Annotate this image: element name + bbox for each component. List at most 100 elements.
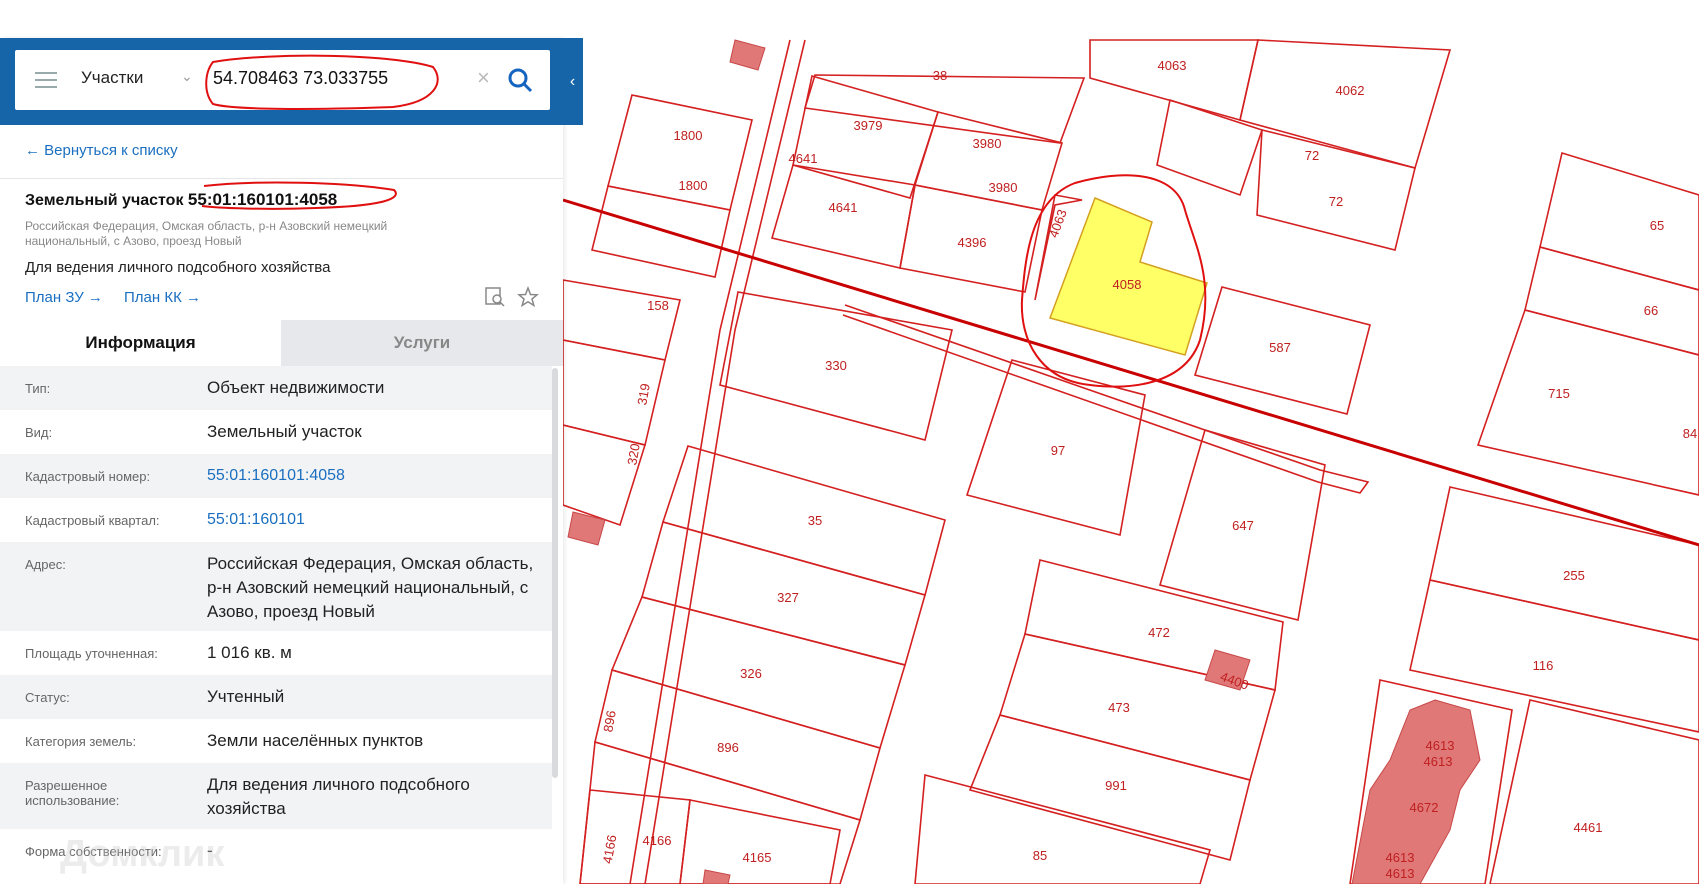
map-label: 4062 (1336, 83, 1365, 98)
map-label: 4613 (1386, 850, 1415, 865)
close-icon[interactable]: × (477, 65, 490, 91)
info-row-label: Площадь уточненная: (25, 646, 158, 661)
map-label: 319 (634, 382, 653, 406)
info-row: Площадь уточненная: 1 016 кв. м (0, 631, 552, 675)
chevron-down-icon[interactable]: ⌄ (181, 68, 193, 85)
map-label: 327 (777, 590, 799, 605)
map-label: 326 (740, 666, 762, 681)
info-row: Адрес: Российская Федерация, Омская обла… (0, 542, 552, 631)
map-label: 647 (1232, 518, 1254, 533)
map-label: 991 (1105, 778, 1127, 793)
info-row: Статус: Учтенный (0, 675, 552, 719)
search-box[interactable]: Участки ⌄ 54.708463 73.033755 × (15, 50, 550, 110)
map-label: 4613 (1426, 738, 1455, 753)
map-label: 255 (1563, 568, 1585, 583)
search-icon[interactable] (506, 66, 534, 94)
info-row-value: Земельный участок (207, 422, 362, 441)
watermark: Домклик (60, 833, 225, 875)
map-label: 66 (1644, 303, 1658, 318)
cadastral-number-link[interactable]: 55:01:160101:4058 (207, 464, 547, 488)
map-label: 65 (1650, 218, 1664, 233)
map-label: 4166 (600, 834, 620, 865)
info-row-value: Объект недвижимости (207, 378, 385, 397)
back-to-list-link[interactable]: ← Вернуться к списку (25, 142, 178, 159)
map-label: 4166 (643, 833, 672, 848)
info-row: Вид: Земельный участок (0, 410, 552, 454)
parcel-title-prefix: Земельный участок (25, 192, 184, 209)
map-label: 4063 (1046, 207, 1070, 239)
map-label: 4641 (789, 151, 818, 166)
parcel-permitted-use: Для ведения личного подсобного хозяйства (25, 259, 331, 276)
info-row: Кадастровый квартал: 55:01:160101 (0, 498, 552, 542)
info-row-value: Учтенный (207, 687, 285, 706)
map-label: 473 (1108, 700, 1130, 715)
map-label: 1800 (674, 128, 703, 143)
map-label: 4613 (1424, 754, 1453, 769)
map-search-icon[interactable] (484, 286, 506, 308)
star-icon[interactable] (517, 286, 539, 308)
info-row-label: Разрешенное использование: (25, 778, 120, 808)
parcel-address: Российская Федерация, Омская область, р-… (25, 219, 445, 249)
info-row-label: Категория земель: (25, 734, 137, 749)
map-label: 85 (1033, 848, 1047, 863)
menu-icon[interactable] (35, 72, 57, 88)
map-label: 4058 (1113, 277, 1142, 292)
map-label: 472 (1148, 625, 1170, 640)
tab-info[interactable]: Информация (0, 320, 281, 366)
search-bar: Участки ⌄ 54.708463 73.033755 × ‹ (0, 38, 583, 125)
map-label: 84 (1683, 426, 1697, 441)
map-label: 4672 (1410, 800, 1439, 815)
map-label: 38 (933, 68, 947, 83)
info-row-value: Для ведения личного подсобного хозяйства (207, 775, 470, 818)
cadastral-quarter-link[interactable]: 55:01:160101 (207, 508, 547, 532)
map-label: 1800 (679, 178, 708, 193)
info-row-label: Кадастровый квартал: (25, 513, 160, 528)
tab-services[interactable]: Услуги (281, 320, 563, 366)
map-label: 330 (825, 358, 847, 373)
scrollbar[interactable] (552, 368, 558, 778)
map-label: 4396 (958, 235, 987, 250)
map-label: 4063 (1158, 58, 1187, 73)
info-row-label: Адрес: (25, 557, 66, 572)
info-row-label: Статус: (25, 690, 70, 705)
info-row-value: 1 016 кв. м (207, 643, 292, 662)
collapse-panel-button[interactable]: ‹ (562, 38, 583, 125)
info-row-value: Земли населённых пунктов (207, 731, 424, 750)
info-row-value: Российская Федерация, Омская область, р-… (207, 554, 534, 621)
map-label: 35 (808, 513, 822, 528)
parcel-address-line1: Российская Федерация, Омская область, р-… (25, 219, 388, 233)
info-row: Кадастровый номер: 55:01:160101:4058 (0, 454, 552, 498)
map-label: 158 (647, 298, 669, 313)
info-row-label: Вид: (25, 425, 53, 440)
map-label: 72 (1305, 148, 1319, 163)
map-label: 4165 (743, 850, 772, 865)
tabs: Информация Услуги (0, 320, 563, 366)
info-panel: Участки ⌄ 54.708463 73.033755 × ‹ ← Верн… (0, 38, 583, 884)
map-label: 896 (717, 740, 739, 755)
plan-kk-link[interactable]: План КК → (124, 289, 201, 306)
map-label: 896 (600, 709, 619, 733)
info-row: Тип: Объект недвижимости (0, 366, 552, 410)
map-label: 72 (1329, 194, 1343, 209)
info-row-value: - (207, 841, 213, 860)
map-label: 3980 (973, 136, 1002, 151)
map-label: 3979 (854, 118, 883, 133)
filter-select[interactable]: Участки (81, 68, 143, 88)
map-label: 3980 (989, 180, 1018, 195)
parcel-address-line2: национальный, с Азово, проезд Новый (25, 234, 242, 248)
map-label: 715 (1548, 386, 1570, 401)
info-table: Тип: Объект недвижимости Вид: Земельный … (0, 366, 552, 873)
map-label: 116 (1533, 658, 1554, 673)
hand-drawn-circle (205, 54, 439, 110)
info-row-label: Тип: (25, 381, 51, 396)
map-label: 4641 (829, 200, 858, 215)
hand-drawn-underline (201, 181, 397, 210)
map-label: 97 (1051, 443, 1065, 458)
map-label: 587 (1269, 340, 1291, 355)
info-row: Разрешенное использование: Для ведения л… (0, 763, 552, 829)
map-label: 4461 (1574, 820, 1603, 835)
info-row-label: Кадастровый номер: (25, 469, 151, 484)
plan-zu-link[interactable]: План ЗУ → (25, 289, 103, 306)
map-label: 4613 (1386, 866, 1415, 881)
info-row: Категория земель: Земли населённых пункт… (0, 719, 552, 763)
